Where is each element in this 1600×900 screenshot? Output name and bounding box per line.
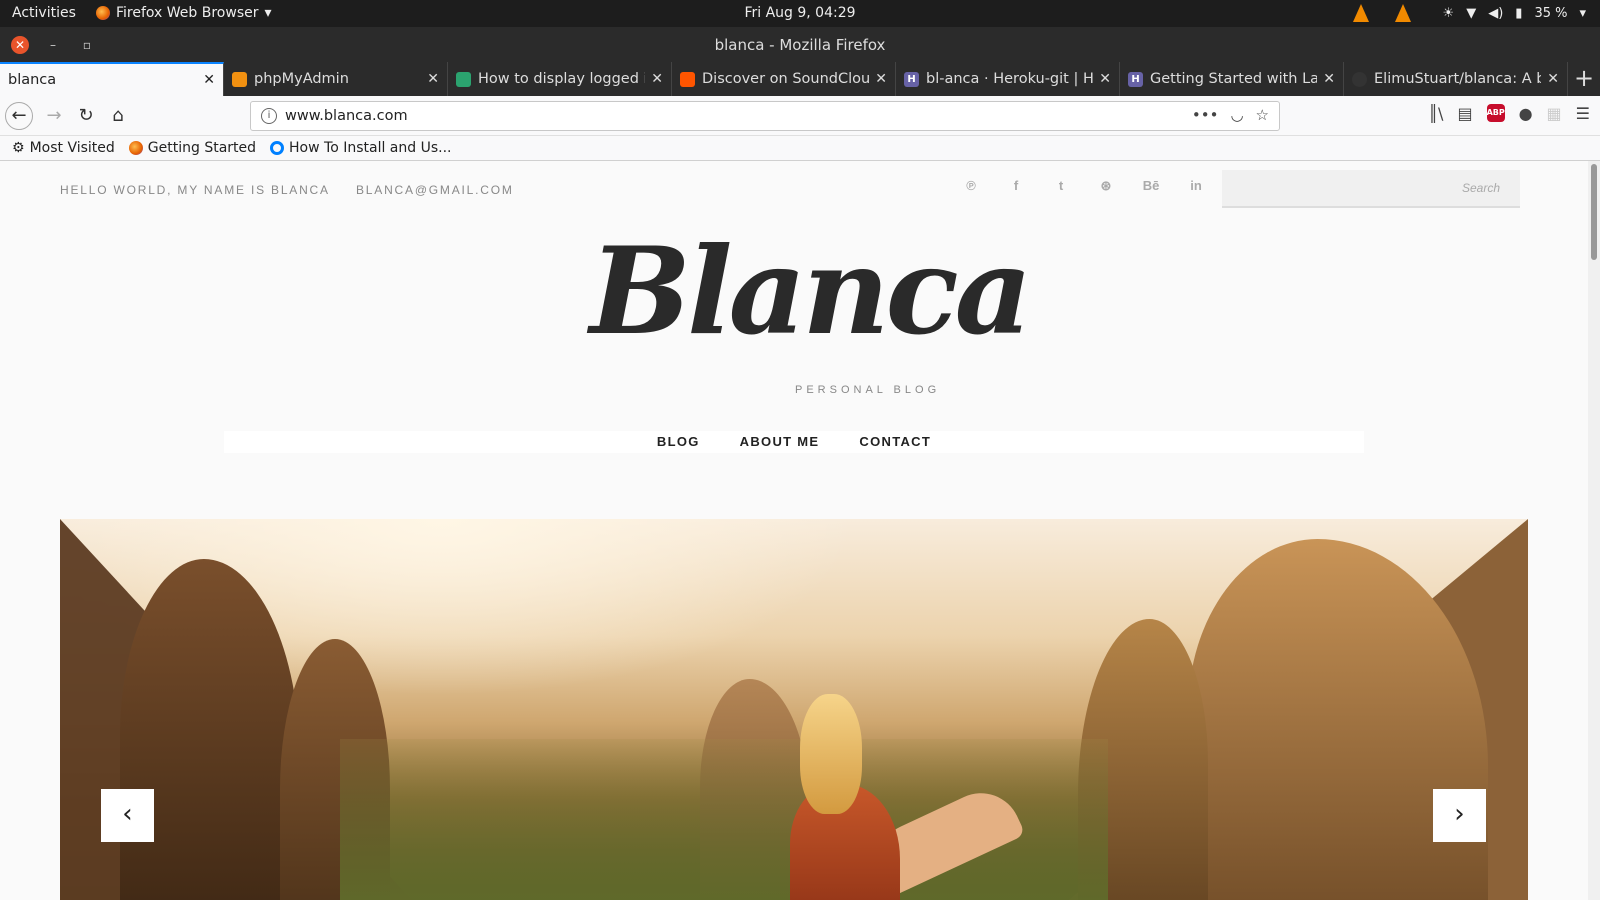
adblock-plus-icon[interactable]: ABP [1486, 104, 1505, 122]
main-menu: BLOG ABOUT ME CONTACT [224, 431, 1364, 453]
tab-label: How to display logged in [478, 71, 646, 87]
site-info-icon[interactable]: i [261, 108, 277, 124]
soundcloud-favicon-icon [680, 71, 695, 87]
site-tagline: PERSONAL BLOG [795, 384, 941, 396]
tab-soundcloud[interactable]: Discover on SoundCloud ✕ [672, 62, 896, 96]
page-actions-icon[interactable]: ••• [1192, 106, 1219, 124]
back-button[interactable]: ← [5, 102, 33, 130]
menu-item-blog[interactable]: BLOG [657, 431, 700, 453]
account-icon[interactable]: ● [1519, 104, 1533, 123]
bookmarks-toolbar: ⚙ Most Visited Getting Started How To In… [0, 136, 1600, 161]
firefox-icon [96, 6, 110, 20]
menu-item-about-me[interactable]: ABOUT ME [740, 431, 820, 453]
close-tab-icon[interactable]: ✕ [203, 72, 215, 88]
url-bar[interactable]: i www.blanca.com ••• ◡ ☆ [250, 101, 1280, 131]
site-search-input[interactable] [1222, 170, 1520, 208]
close-tab-icon[interactable]: ✕ [427, 71, 439, 87]
gear-icon: ⚙ [12, 140, 25, 156]
site-logo[interactable]: Blanca [0, 221, 1588, 362]
vlc-icon[interactable] [1394, 4, 1411, 22]
tab-label: bl-anca · Heroku-git | Her [926, 71, 1094, 87]
close-tab-icon[interactable]: ✕ [1099, 71, 1111, 87]
chevron-down-icon: ▾ [1579, 5, 1586, 21]
url-text[interactable]: www.blanca.com [285, 108, 408, 124]
phpmyadmin-favicon-icon [232, 71, 247, 87]
social-links: ℗ f t ⊛ Bē in [960, 178, 1207, 194]
bookmark-label: Most Visited [29, 140, 115, 156]
pinterest-icon[interactable]: ℗ [960, 178, 982, 194]
close-tab-icon[interactable]: ✕ [651, 71, 663, 87]
digitalocean-icon [270, 141, 285, 155]
tab-getting-started-laravel[interactable]: H Getting Started with Lar ✕ [1120, 62, 1344, 96]
dribbble-icon[interactable]: ⊛ [1095, 178, 1117, 194]
heroku-favicon-icon: H [1128, 71, 1143, 87]
behance-icon[interactable]: Bē [1140, 178, 1162, 194]
tab-strip: blanca ✕ phpMyAdmin ✕ How to display log… [0, 62, 1600, 96]
close-tab-icon[interactable]: ✕ [875, 71, 887, 87]
app-menu-label: Firefox Web Browser [116, 5, 259, 21]
scrollbar-thumb[interactable] [1591, 164, 1597, 260]
reload-button[interactable]: ↻ [72, 102, 100, 130]
page-content: HELLO WORLD, MY NAME IS BLANCA BLANCA@GM… [0, 161, 1588, 900]
navigation-toolbar: ← → ↻ ⌂ i www.blanca.com ••• ◡ ☆ ║\ ▤ AB… [0, 96, 1600, 136]
tab-label: phpMyAdmin [254, 71, 349, 87]
firefox-icon [128, 141, 143, 155]
close-tab-icon[interactable]: ✕ [1323, 71, 1335, 87]
home-button[interactable]: ⌂ [104, 102, 132, 130]
slider-prev-button[interactable]: ‹ [101, 789, 154, 842]
tab-label: blanca [8, 72, 57, 88]
tab-phpmyadmin[interactable]: phpMyAdmin ✕ [224, 62, 448, 96]
forward-button[interactable]: → [40, 102, 68, 130]
sidebar-icon[interactable]: ▤ [1457, 104, 1472, 123]
tab-label: Getting Started with Lar [1150, 71, 1318, 87]
system-tray[interactable]: ☀ ▼ ◀) ▮ 35 % ▾ [1352, 4, 1586, 22]
tab-label: ElimuStuart/blanca: A bl [1374, 71, 1542, 87]
bookmark-getting-started[interactable]: Getting Started [128, 140, 257, 156]
brightness-icon: ☀ [1442, 5, 1455, 21]
tab-github-blanca[interactable]: ElimuStuart/blanca: A bl ✕ [1344, 62, 1568, 96]
menu-item-contact[interactable]: CONTACT [859, 431, 931, 453]
bookmark-label: Getting Started [147, 140, 257, 156]
bookmark-label: How To Install and Us... [289, 140, 452, 156]
linkedin-icon[interactable]: in [1185, 178, 1207, 194]
heroku-favicon-icon: H [904, 71, 919, 87]
new-tab-button[interactable]: + [1568, 62, 1600, 96]
tab-label: Discover on SoundCloud [702, 71, 870, 87]
extension-icon[interactable]: ▦ [1547, 104, 1562, 123]
bookmark-star-icon[interactable]: ☆ [1256, 106, 1269, 124]
tab-how-to-display[interactable]: How to display logged in ✕ [448, 62, 672, 96]
system-top-bar: Activities Firefox Web Browser ▾ Fri Aug… [0, 0, 1600, 27]
site-email-link[interactable]: BLANCA@GMAIL.COM [356, 183, 514, 197]
github-favicon-icon [1352, 71, 1367, 87]
bookmark-how-to-install[interactable]: How To Install and Us... [270, 140, 452, 156]
window-title: blanca - Mozilla Firefox [714, 36, 886, 54]
bookmark-most-visited[interactable]: ⚙ Most Visited [12, 140, 115, 156]
battery-percent: 35 % [1534, 5, 1568, 21]
hamburger-menu-icon[interactable]: ☰ [1576, 104, 1590, 123]
slider-next-button[interactable]: › [1433, 789, 1486, 842]
page-scrollbar[interactable] [1588, 161, 1600, 900]
site-greeting: HELLO WORLD, MY NAME IS BLANCA [60, 183, 330, 197]
chevron-down-icon: ▾ [264, 5, 272, 21]
page-favicon-icon [456, 71, 471, 87]
activities-button[interactable]: Activities [12, 5, 76, 21]
volume-icon: ◀) [1488, 5, 1504, 21]
facebook-icon[interactable]: f [1005, 178, 1027, 194]
hero-slider-image [60, 519, 1528, 900]
wifi-icon: ▼ [1466, 5, 1477, 21]
tab-heroku-git[interactable]: H bl-anca · Heroku-git | Her ✕ [896, 62, 1120, 96]
hero-person [790, 694, 900, 900]
close-tab-icon[interactable]: ✕ [1547, 71, 1559, 87]
vlc-icon[interactable] [1352, 4, 1369, 22]
battery-icon: ▮ [1515, 5, 1523, 21]
window-title-bar: ✕ – ▫ blanca - Mozilla Firefox [0, 27, 1600, 62]
pocket-icon[interactable]: ◡ [1230, 106, 1243, 124]
tab-blanca[interactable]: blanca ✕ [0, 62, 224, 96]
library-icon[interactable]: ║\ [1428, 104, 1443, 123]
app-menu[interactable]: Firefox Web Browser ▾ [96, 5, 272, 21]
twitter-icon[interactable]: t [1050, 178, 1072, 194]
